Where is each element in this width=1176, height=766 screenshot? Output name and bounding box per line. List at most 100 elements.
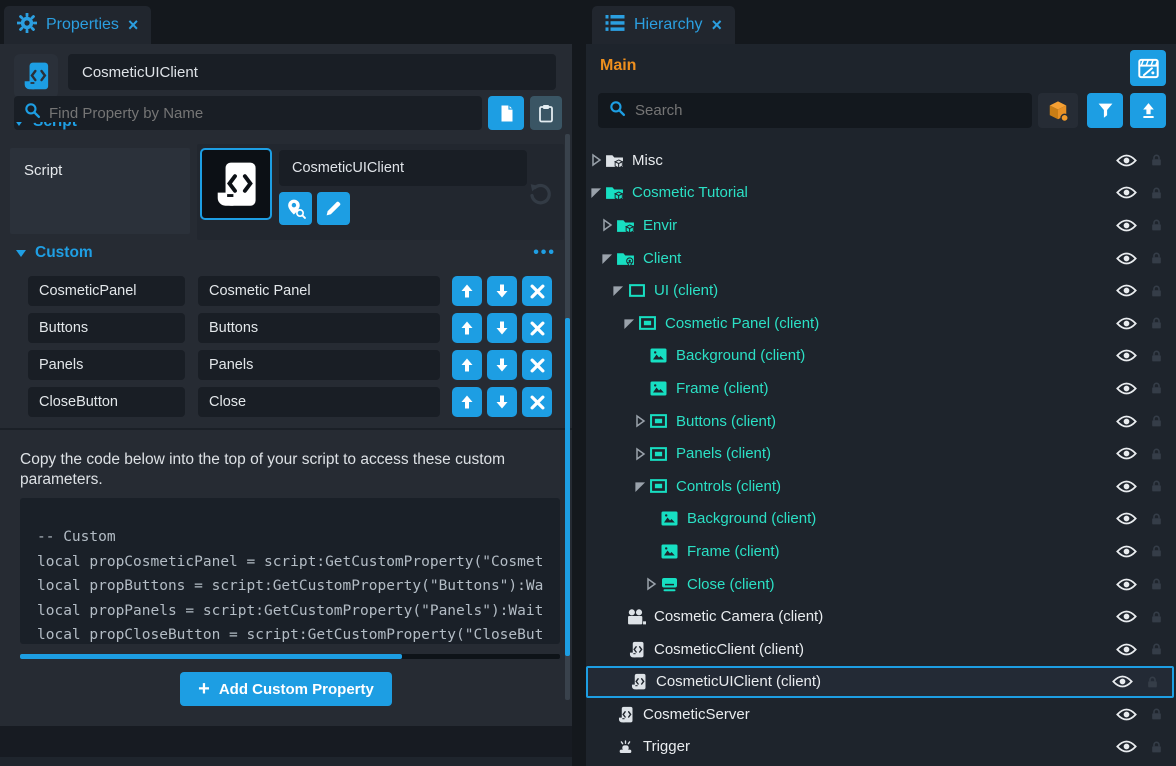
close-icon[interactable]: × bbox=[711, 16, 722, 34]
tab-hierarchy[interactable]: Hierarchy × bbox=[592, 6, 735, 44]
expand-arrow-icon[interactable] bbox=[590, 153, 604, 167]
locate-script-button[interactable] bbox=[279, 192, 312, 225]
custom-prop-name-field[interactable]: CloseButton bbox=[28, 387, 185, 417]
visibility-eye-icon[interactable] bbox=[1116, 316, 1138, 331]
visibility-eye-icon[interactable] bbox=[1112, 674, 1134, 689]
tree-row-cosmetic-tutorial[interactable]: Cosmetic Tutorial bbox=[586, 177, 1176, 210]
move-down-button[interactable] bbox=[487, 276, 517, 306]
visibility-eye-icon[interactable] bbox=[1116, 153, 1138, 168]
lock-icon[interactable] bbox=[1150, 609, 1164, 625]
delete-property-button[interactable] bbox=[522, 387, 552, 417]
custom-prop-name-field[interactable]: CosmeticPanel bbox=[28, 276, 185, 306]
lock-icon[interactable] bbox=[1150, 641, 1164, 657]
visibility-eye-icon[interactable] bbox=[1116, 348, 1138, 363]
custom-prop-value-field[interactable]: Panels bbox=[198, 350, 440, 380]
hierarchy-search-field[interactable] bbox=[598, 93, 1032, 128]
move-down-button[interactable] bbox=[487, 387, 517, 417]
visibility-eye-icon[interactable] bbox=[1116, 414, 1138, 429]
collapse-arrow-icon[interactable] bbox=[590, 186, 604, 199]
visibility-eye-icon[interactable] bbox=[1116, 707, 1138, 722]
object-name-input[interactable] bbox=[68, 54, 556, 90]
collapse-arrow-icon[interactable] bbox=[601, 252, 615, 265]
custom-prop-name-field[interactable]: Buttons bbox=[28, 313, 185, 343]
tree-row-cosmeticserver[interactable]: CosmeticServer bbox=[586, 698, 1176, 731]
tree-row-cosmetic-panel-client[interactable]: Cosmetic Panel (client) bbox=[586, 307, 1176, 340]
tree-row-background-client[interactable]: Background (client) bbox=[586, 340, 1176, 373]
tree-row-panels-client[interactable]: Panels (client) bbox=[586, 437, 1176, 470]
lock-icon[interactable] bbox=[1150, 413, 1164, 429]
collapse-caret-icon[interactable] bbox=[16, 250, 26, 257]
visibility-eye-icon[interactable] bbox=[1116, 544, 1138, 559]
scene-capture-button[interactable] bbox=[1130, 50, 1166, 86]
filter-button[interactable] bbox=[1087, 93, 1123, 128]
visibility-eye-icon[interactable] bbox=[1116, 609, 1138, 624]
delete-property-button[interactable] bbox=[522, 276, 552, 306]
visibility-eye-icon[interactable] bbox=[1116, 642, 1138, 657]
collapse-arrow-icon[interactable] bbox=[612, 284, 626, 297]
custom-prop-name-field[interactable]: Panels bbox=[28, 350, 185, 380]
move-down-button[interactable] bbox=[487, 313, 517, 343]
script-asset-thumbnail[interactable] bbox=[200, 148, 272, 220]
lock-icon[interactable] bbox=[1150, 250, 1164, 266]
move-up-button[interactable] bbox=[452, 276, 482, 306]
lock-icon[interactable] bbox=[1150, 348, 1164, 364]
find-property-input[interactable] bbox=[49, 105, 472, 122]
scrollbar-thumb[interactable] bbox=[20, 654, 402, 659]
move-down-button[interactable] bbox=[487, 350, 517, 380]
tree-row-frame-client[interactable]: Frame (client) bbox=[586, 535, 1176, 568]
visibility-eye-icon[interactable] bbox=[1116, 283, 1138, 298]
lock-icon[interactable] bbox=[1150, 152, 1164, 168]
visibility-eye-icon[interactable] bbox=[1116, 511, 1138, 526]
section-menu-icon[interactable]: ••• bbox=[533, 244, 556, 262]
tree-row-cosmetic-camera-client[interactable]: Cosmetic Camera (client) bbox=[586, 600, 1176, 633]
tree-row-trigger[interactable]: Trigger bbox=[586, 731, 1176, 764]
expand-arrow-icon[interactable] bbox=[634, 447, 648, 461]
tree-row-frame-client[interactable]: Frame (client) bbox=[586, 372, 1176, 405]
close-icon[interactable]: × bbox=[128, 16, 139, 34]
expand-arrow-icon[interactable] bbox=[601, 218, 615, 232]
copy-properties-button[interactable] bbox=[488, 96, 524, 130]
lock-icon[interactable] bbox=[1150, 511, 1164, 527]
tree-row-envir[interactable]: Envir bbox=[586, 209, 1176, 242]
custom-section-header[interactable]: Custom ••• bbox=[16, 244, 556, 262]
tree-row-cosmeticuiclient-client[interactable]: CosmeticUIClient (client) bbox=[586, 666, 1174, 699]
move-up-button[interactable] bbox=[452, 350, 482, 380]
edit-script-button[interactable] bbox=[317, 192, 350, 225]
lock-icon[interactable] bbox=[1150, 739, 1164, 755]
delete-property-button[interactable] bbox=[522, 350, 552, 380]
tab-properties[interactable]: Properties × bbox=[4, 6, 151, 44]
visibility-eye-icon[interactable] bbox=[1116, 577, 1138, 592]
visibility-eye-icon[interactable] bbox=[1116, 739, 1138, 754]
lock-icon[interactable] bbox=[1150, 283, 1164, 299]
lock-icon[interactable] bbox=[1150, 543, 1164, 559]
object-mode-button[interactable] bbox=[1038, 93, 1078, 128]
expand-arrow-icon[interactable] bbox=[645, 577, 659, 591]
custom-prop-value-field[interactable]: Cosmetic Panel bbox=[198, 276, 440, 306]
collapse-caret-icon[interactable] bbox=[14, 122, 24, 126]
properties-scrollbar-thumb[interactable] bbox=[565, 318, 570, 656]
lock-icon[interactable] bbox=[1150, 446, 1164, 462]
code-horizontal-scrollbar[interactable] bbox=[20, 654, 560, 659]
tree-row-cosmeticclient-client[interactable]: CosmeticClient (client) bbox=[586, 633, 1176, 666]
move-up-button[interactable] bbox=[452, 387, 482, 417]
visibility-eye-icon[interactable] bbox=[1116, 185, 1138, 200]
lock-icon[interactable] bbox=[1150, 185, 1164, 201]
visibility-eye-icon[interactable] bbox=[1116, 446, 1138, 461]
collapse-arrow-icon[interactable] bbox=[623, 317, 637, 330]
move-up-button[interactable] bbox=[452, 313, 482, 343]
lock-icon[interactable] bbox=[1150, 576, 1164, 592]
add-custom-property-button[interactable]: + Add Custom Property bbox=[180, 672, 392, 706]
lock-icon[interactable] bbox=[1150, 315, 1164, 331]
delete-property-button[interactable] bbox=[522, 313, 552, 343]
lock-icon[interactable] bbox=[1150, 706, 1164, 722]
tree-row-buttons-client[interactable]: Buttons (client) bbox=[586, 405, 1176, 438]
lock-icon[interactable] bbox=[1150, 217, 1164, 233]
reset-property-icon[interactable] bbox=[527, 182, 553, 208]
visibility-eye-icon[interactable] bbox=[1116, 218, 1138, 233]
tree-row-controls-client[interactable]: Controls (client) bbox=[586, 470, 1176, 503]
lock-icon[interactable] bbox=[1150, 380, 1164, 396]
tree-row-close-client[interactable]: Close (client) bbox=[586, 568, 1176, 601]
expand-arrow-icon[interactable] bbox=[634, 414, 648, 428]
tree-row-misc[interactable]: Misc bbox=[586, 144, 1176, 177]
visibility-eye-icon[interactable] bbox=[1116, 251, 1138, 266]
